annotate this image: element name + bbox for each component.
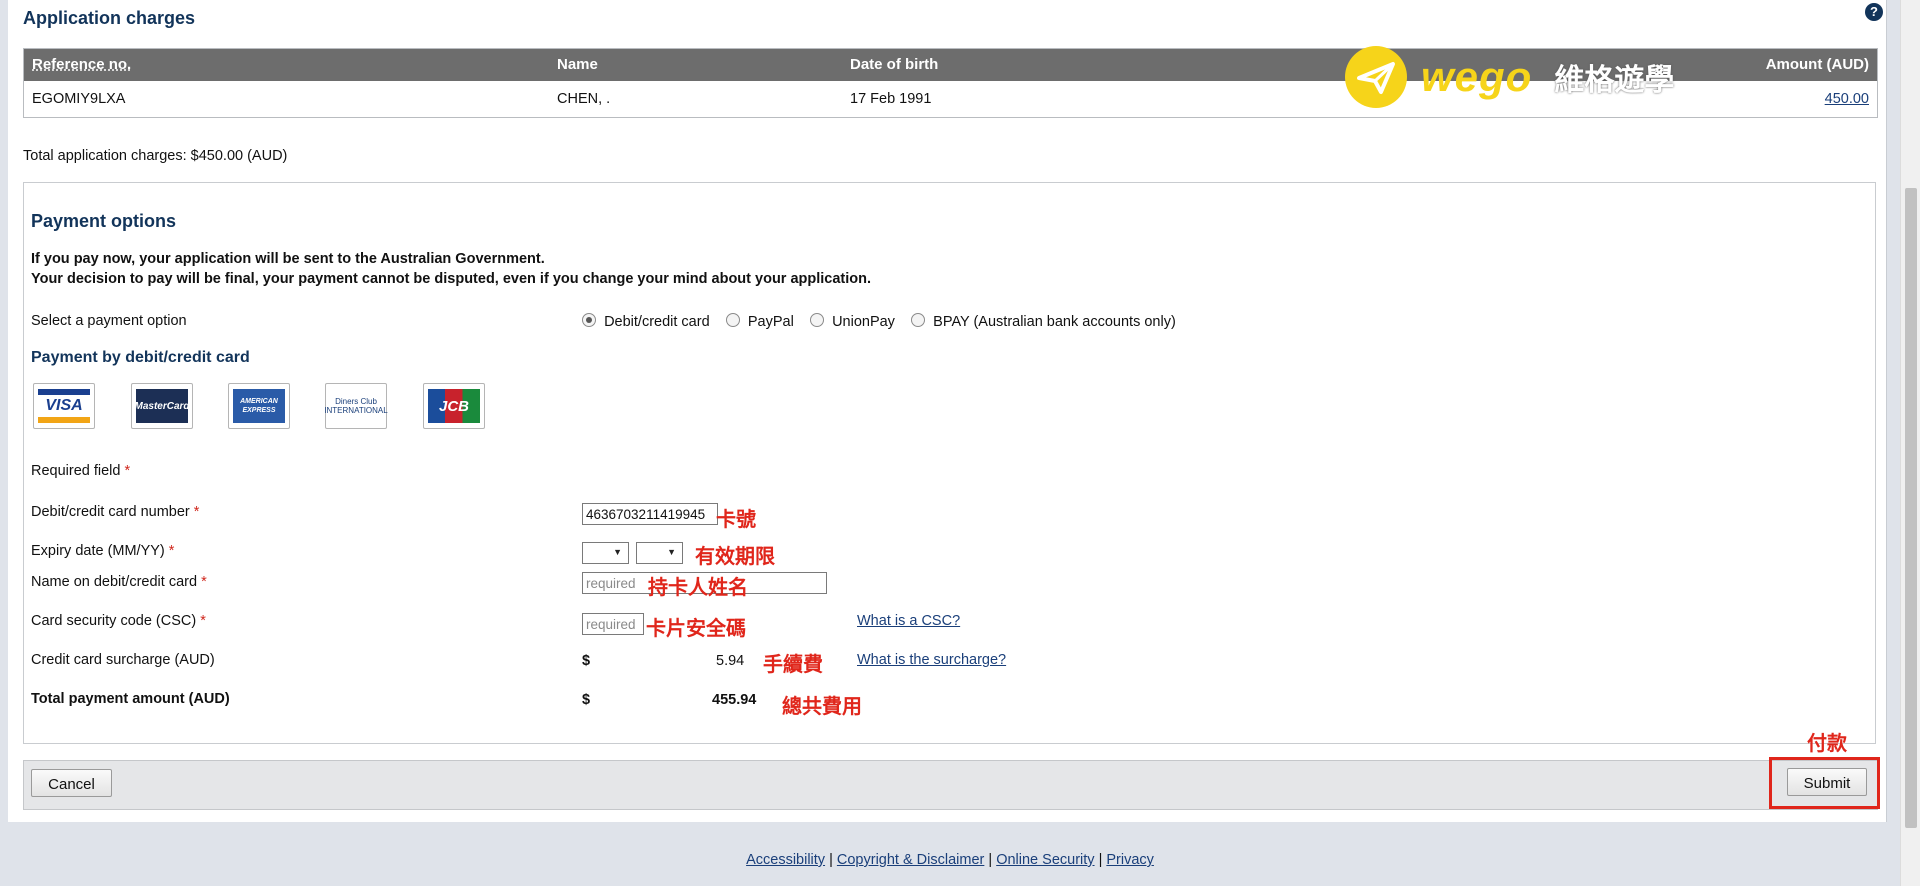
annotation-total: 總共費用 — [782, 696, 862, 718]
radio-icon[interactable] — [911, 313, 926, 327]
payment-option-paypal[interactable]: PayPal — [725, 313, 794, 330]
footer: Accessibility | Copyright & Disclaimer |… — [0, 852, 1900, 868]
surcharge-currency: $ — [582, 653, 591, 669]
total-payment-value: 455.94 — [712, 692, 757, 708]
annotation-csc: 卡片安全碼 — [646, 618, 746, 640]
card-section-title: Payment by debit/credit card — [31, 349, 250, 366]
cell-dob: 17 Feb 1991 — [850, 91, 932, 107]
csc-input[interactable]: required — [582, 613, 644, 635]
wego-chinese-text: 維格遊學 — [1554, 64, 1675, 97]
wego-logo-text: wego — [1421, 53, 1533, 100]
footer-separator: | — [988, 852, 993, 868]
footer-separator: | — [1098, 852, 1103, 868]
footer-link-online-security[interactable]: Online Security — [996, 852, 1094, 868]
footer-separator: | — [829, 852, 833, 868]
page-title: Application charges — [23, 8, 196, 28]
paper-plane-icon — [1345, 46, 1407, 108]
expiry-year-select[interactable] — [636, 542, 683, 564]
col-dob: Date of birth — [850, 56, 939, 73]
surcharge-label: Credit card surcharge (AUD) — [31, 652, 215, 668]
required-field-note: Required field * — [31, 463, 131, 479]
cell-amount-link[interactable]: 450.00 — [1825, 81, 1869, 117]
annotation-name: 持卡人姓名 — [648, 577, 748, 599]
col-name: Name — [557, 56, 598, 73]
button-bar — [23, 760, 1878, 810]
scrollbar-thumb[interactable] — [1905, 188, 1917, 828]
col-amount: Amount (AUD) — [1765, 56, 1869, 73]
total-application-charges: Total application charges: $450.00 (AUD) — [23, 148, 288, 164]
radio-icon[interactable] — [582, 313, 596, 327]
annotation-submit: 付款 — [1807, 733, 1847, 755]
annotation-card-number: 卡號 — [716, 509, 756, 531]
wego-watermark: wego 維格遊學 — [1345, 42, 1674, 112]
expiry-month-select[interactable] — [582, 542, 629, 564]
footer-link-copyright[interactable]: Copyright & Disclaimer — [837, 852, 984, 868]
cell-reference: EGOMIY9LXA — [32, 91, 126, 107]
what-is-surcharge-link[interactable]: What is the surcharge? — [857, 652, 1006, 668]
submit-button[interactable]: Submit — [1787, 768, 1867, 796]
payment-notice-line2: Your decision to pay will be final, your… — [31, 271, 872, 287]
what-is-csc-link[interactable]: What is a CSC? — [857, 613, 960, 629]
footer-link-privacy[interactable]: Privacy — [1106, 852, 1154, 868]
payment-notice-line1: If you pay now, your application will be… — [31, 251, 545, 267]
vertical-scrollbar[interactable] — [1900, 0, 1920, 886]
cancel-button[interactable]: Cancel — [31, 769, 112, 797]
csc-label: Card security code (CSC) * — [31, 613, 206, 629]
radio-icon[interactable] — [725, 313, 740, 327]
select-payment-label: Select a payment option — [31, 313, 187, 329]
payment-option-group: Debit/credit card PayPal UnionPay BPAY (… — [582, 313, 1188, 330]
mastercard-logo-icon: MasterCard — [131, 383, 193, 429]
radio-icon[interactable] — [810, 313, 824, 327]
jcb-logo-icon: JCB — [423, 383, 485, 429]
annotation-surcharge: 手續費 — [763, 654, 823, 676]
total-payment-label: Total payment amount (AUD) — [31, 691, 230, 707]
total-currency: $ — [582, 692, 591, 708]
surcharge-value: 5.94 — [716, 653, 745, 669]
expiry-label: Expiry date (MM/YY) * — [31, 543, 175, 559]
annotation-expiry: 有效期限 — [695, 546, 775, 568]
payment-option-unionpay[interactable]: UnionPay — [810, 313, 895, 330]
footer-link-accessibility[interactable]: Accessibility — [746, 852, 825, 868]
col-reference: Reference no. — [32, 56, 132, 73]
visa-logo-icon: VISA — [33, 383, 95, 429]
card-number-label: Debit/credit card number * — [31, 504, 200, 520]
help-icon[interactable]: ? — [1865, 3, 1883, 21]
cell-name: CHEN, . — [557, 91, 611, 107]
payment-options-title: Payment options — [31, 211, 177, 231]
payment-option-bpay[interactable]: BPAY (Australian bank accounts only) — [911, 313, 1176, 330]
name-label: Name on debit/credit card * — [31, 574, 207, 590]
card-number-input[interactable]: 4636703211419945 — [582, 503, 718, 525]
payment-option-card[interactable]: Debit/credit card — [582, 313, 710, 330]
amex-logo-icon: AMERICAN EXPRESS — [228, 383, 290, 429]
diners-club-logo-icon: Diners Club INTERNATIONAL — [324, 383, 388, 429]
